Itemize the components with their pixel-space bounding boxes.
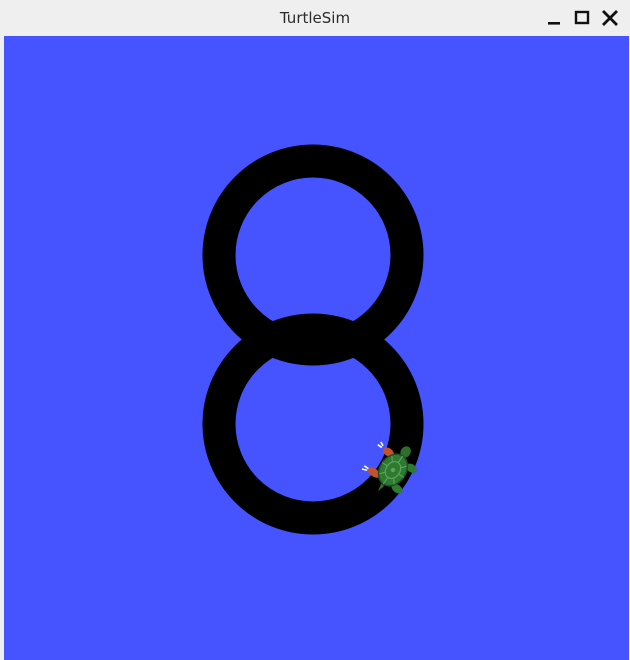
maximize-button[interactable] (570, 6, 594, 30)
window-title: TurtleSim (279, 9, 351, 27)
close-button[interactable] (598, 6, 622, 30)
close-icon (602, 10, 618, 26)
simulation-canvas (4, 36, 629, 660)
maximize-icon (574, 10, 590, 25)
minimize-icon (548, 22, 560, 25)
turtlesim-window: TurtleSim (0, 0, 630, 660)
title-bar[interactable]: TurtleSim (0, 0, 630, 36)
minimize-button[interactable] (543, 6, 567, 30)
